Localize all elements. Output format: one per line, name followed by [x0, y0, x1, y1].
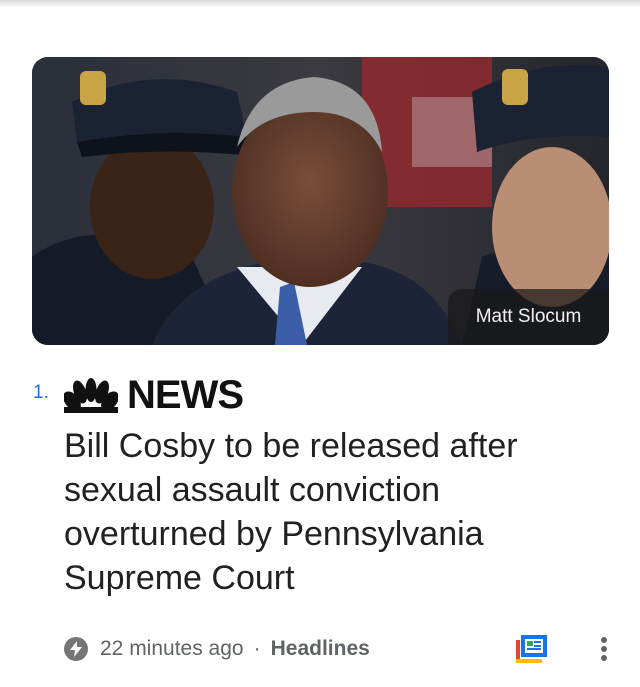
time-ago: 22 minutes ago: [100, 637, 244, 660]
more-vert-icon: [601, 637, 607, 661]
image-credit: Matt Slocum: [448, 289, 609, 345]
article-rank: 1.: [33, 382, 49, 403]
bolt-icon: [64, 637, 88, 661]
nbc-peacock-icon: [64, 378, 118, 413]
article-image[interactable]: Matt Slocum: [32, 57, 609, 345]
section-link[interactable]: Headlines: [271, 637, 370, 661]
source-logo[interactable]: NEWS: [64, 372, 244, 418]
newsstand-button[interactable]: [515, 634, 548, 664]
top-bar-shadow: [0, 0, 640, 8]
source-name: NEWS: [127, 373, 244, 417]
article-meta: 22 minutes ago · Headlines: [64, 634, 370, 664]
meta-separator: ·: [253, 637, 261, 660]
article-headline[interactable]: Bill Cosby to be released after sexual a…: [64, 424, 604, 600]
newsstand-icon: [516, 635, 547, 663]
more-options-button[interactable]: [585, 630, 623, 668]
